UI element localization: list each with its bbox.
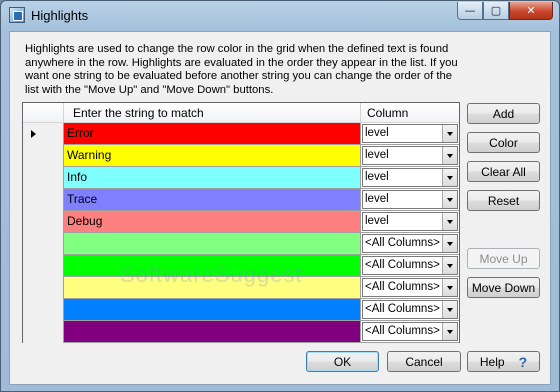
add-button[interactable]: Add	[467, 103, 540, 124]
match-string-cell[interactable]: Trace	[64, 189, 361, 211]
column-select[interactable]: level	[362, 212, 458, 231]
move-up-button[interactable]: Move Up	[467, 248, 540, 269]
column-select[interactable]: <All Columns>	[362, 278, 458, 297]
column-cell: level	[361, 123, 459, 145]
cancel-button[interactable]: Cancel	[387, 351, 461, 372]
header-column[interactable]: Column	[361, 103, 459, 122]
column-select[interactable]: <All Columns>	[362, 234, 458, 253]
window-controls: — ▢ ✕	[457, 2, 553, 20]
maximize-button[interactable]: ▢	[483, 2, 509, 20]
chevron-down-icon[interactable]	[442, 213, 457, 230]
column-cell: level	[361, 145, 459, 167]
app-icon	[9, 7, 25, 23]
reset-button[interactable]: Reset	[467, 190, 540, 211]
chevron-down-icon[interactable]	[442, 169, 457, 186]
column-select-value: <All Columns>	[365, 259, 440, 271]
row-selector[interactable]	[23, 211, 64, 233]
table-row[interactable]: Debug level	[23, 211, 459, 233]
column-cell: <All Columns>	[361, 277, 459, 299]
column-cell: <All Columns>	[361, 233, 459, 255]
table-row[interactable]: <All Columns>	[23, 277, 459, 299]
column-select-value: level	[365, 149, 389, 161]
chevron-down-icon[interactable]	[442, 235, 457, 252]
column-select[interactable]: level	[362, 146, 458, 165]
match-string-cell[interactable]	[64, 299, 361, 321]
row-selector[interactable]	[23, 123, 64, 145]
match-string-cell[interactable]: Error	[64, 123, 361, 145]
column-select-value: <All Columns>	[365, 281, 440, 293]
chevron-down-icon[interactable]	[442, 257, 457, 274]
column-select-value: <All Columns>	[365, 325, 440, 337]
dialog-body: Highlights are used to change the row co…	[9, 31, 551, 385]
color-button[interactable]: Color	[467, 132, 540, 153]
description-text: Highlights are used to change the row co…	[25, 43, 458, 96]
row-selector[interactable]	[23, 255, 64, 277]
column-select-value: level	[365, 171, 389, 183]
row-selector[interactable]	[23, 299, 64, 321]
table-row[interactable]: <All Columns>	[23, 233, 459, 255]
match-string-cell[interactable]	[64, 321, 361, 343]
row-selector[interactable]	[23, 189, 64, 211]
row-selector[interactable]	[23, 167, 64, 189]
grid-header: Enter the string to match Column	[23, 103, 459, 123]
table-row[interactable]: <All Columns>	[23, 299, 459, 321]
match-string-cell[interactable]	[64, 255, 361, 277]
row-selector[interactable]	[23, 321, 64, 343]
move-down-button[interactable]: Move Down	[467, 277, 540, 298]
column-select-value: level	[365, 193, 389, 205]
match-string-cell[interactable]: Info	[64, 167, 361, 189]
chevron-down-icon[interactable]	[442, 191, 457, 208]
match-string-cell[interactable]	[64, 277, 361, 299]
table-row[interactable]: Warning level	[23, 145, 459, 167]
match-string-cell[interactable]: Debug	[64, 211, 361, 233]
header-string[interactable]: Enter the string to match	[64, 103, 361, 122]
title-bar[interactable]: Highlights — ▢ ✕	[1, 1, 559, 31]
minimize-button[interactable]: —	[457, 2, 483, 20]
highlights-dialog: Highlights — ▢ ✕ Highlights are used to …	[0, 0, 560, 392]
match-string-cell[interactable]: Warning	[64, 145, 361, 167]
help-button[interactable]: Help ?	[467, 351, 540, 372]
chevron-down-icon[interactable]	[442, 125, 457, 142]
column-select[interactable]: level	[362, 124, 458, 143]
table-row[interactable]: <All Columns>	[23, 321, 459, 343]
column-cell: <All Columns>	[361, 321, 459, 343]
column-select-value: level	[365, 127, 389, 139]
help-icon: ?	[518, 353, 528, 370]
row-selector[interactable]	[23, 145, 64, 167]
table-row[interactable]: Error level	[23, 123, 459, 145]
column-cell: level	[361, 211, 459, 233]
close-button[interactable]: ✕	[509, 2, 553, 20]
chevron-down-icon[interactable]	[442, 301, 457, 318]
table-row[interactable]: Info level	[23, 167, 459, 189]
window-title: Highlights	[31, 8, 89, 23]
chevron-down-icon[interactable]	[442, 279, 457, 296]
column-cell: <All Columns>	[361, 299, 459, 321]
column-cell: level	[361, 167, 459, 189]
match-string-cell[interactable]	[64, 233, 361, 255]
column-select[interactable]: level	[362, 168, 458, 187]
row-selector[interactable]	[23, 277, 64, 299]
highlights-grid[interactable]: Enter the string to match Column Error le…	[22, 102, 460, 343]
chevron-down-icon[interactable]	[442, 147, 457, 164]
column-select[interactable]: <All Columns>	[362, 322, 458, 341]
table-row[interactable]: Trace level	[23, 189, 459, 211]
column-select-value: <All Columns>	[365, 303, 440, 315]
column-select-value: level	[365, 215, 389, 227]
clear-all-button[interactable]: Clear All	[467, 161, 540, 182]
ok-button[interactable]: OK	[306, 351, 379, 372]
column-select[interactable]: <All Columns>	[362, 256, 458, 275]
chevron-down-icon[interactable]	[442, 323, 457, 340]
column-cell: <All Columns>	[361, 255, 459, 277]
row-header-corner	[23, 103, 64, 122]
table-row[interactable]: <All Columns>	[23, 255, 459, 277]
column-select-value: <All Columns>	[365, 237, 440, 249]
column-select[interactable]: level	[362, 190, 458, 209]
column-select[interactable]: <All Columns>	[362, 300, 458, 319]
current-row-arrow-icon	[31, 130, 36, 138]
column-cell: level	[361, 189, 459, 211]
help-label: Help	[479, 354, 505, 369]
row-selector[interactable]	[23, 233, 64, 255]
